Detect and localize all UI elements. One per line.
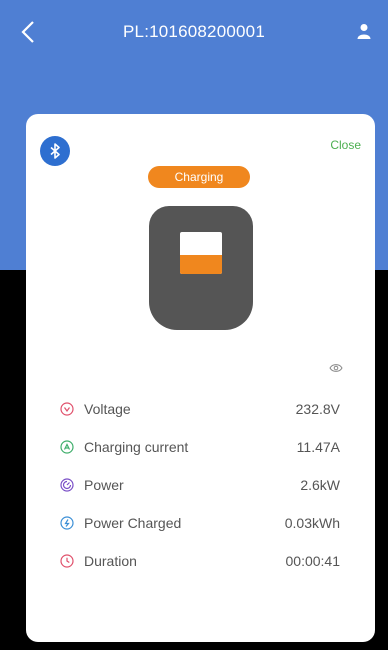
metric-label: Power Charged [84,515,182,531]
metric-charging-current: Charging current 11.47A [26,428,375,466]
metric-label: Duration [84,553,137,569]
voltage-icon [60,402,74,416]
bluetooth-button[interactable] [40,136,70,166]
metric-value: 00:00:41 [285,553,341,569]
metric-value: 232.8V [295,401,340,417]
charger-illustration [149,206,253,330]
metric-value: 11.47A [296,439,340,455]
back-button[interactable] [16,18,40,46]
clock-icon [60,554,74,568]
metric-duration: Duration 00:00:41 [26,542,375,580]
metric-value: 0.03kWh [284,515,340,531]
bluetooth-icon [50,143,60,159]
visibility-toggle[interactable] [328,362,344,374]
metric-power: Power 2.6kW [26,466,375,504]
metric-label: Power [84,477,124,493]
eye-icon [329,364,343,372]
metric-voltage: Voltage 232.8V [26,390,375,428]
metric-value: 2.6kW [300,477,340,493]
metric-label: Charging current [84,439,189,455]
charging-status-card: Close Charging Voltage 232.8V Charging c… [26,114,375,642]
metrics-list: Voltage 232.8V Charging current 11.47A P… [26,390,375,580]
charger-screen [180,232,222,274]
page-title: PL:101608200001 [123,22,265,41]
charge-level-fill [180,255,222,274]
user-button[interactable] [354,20,374,42]
energy-icon [60,516,74,530]
status-badge: Charging [148,166,250,188]
chevron-left-icon [21,21,34,43]
metric-label: Voltage [84,401,131,417]
current-icon [60,440,74,454]
metric-power-charged: Power Charged 0.03kWh [26,504,375,542]
close-button[interactable]: Close [330,138,361,152]
user-icon [357,24,371,39]
power-icon [60,478,74,492]
app-header: PL:101608200001 [0,0,388,64]
